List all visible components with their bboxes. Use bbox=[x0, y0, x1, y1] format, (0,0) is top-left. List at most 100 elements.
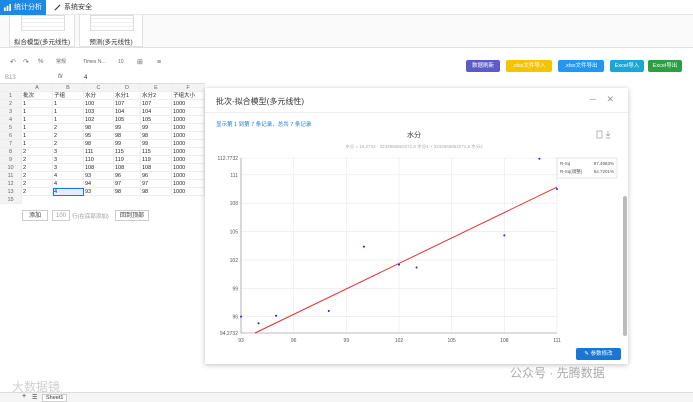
param-edit-button[interactable]: ✎ 参数修改 bbox=[576, 348, 621, 360]
header-cell[interactable]: 水分1 bbox=[114, 92, 141, 100]
table-cell[interactable]: 2 bbox=[22, 188, 53, 196]
table-cell[interactable]: 102 bbox=[84, 116, 114, 124]
table-cell[interactable]: 2 bbox=[53, 132, 84, 140]
download-icon[interactable] bbox=[596, 130, 611, 139]
table-cell[interactable]: 2 bbox=[22, 148, 53, 156]
table-cell[interactable]: 98 bbox=[141, 132, 172, 140]
sheet-tab-sheet1[interactable]: Sheet1 bbox=[42, 394, 68, 402]
table-cell[interactable]: 97 bbox=[141, 180, 172, 188]
table-cell[interactable]: 115 bbox=[114, 148, 141, 156]
table-cell[interactable]: 4 bbox=[53, 180, 84, 188]
format-dropdown[interactable]: 常规 bbox=[56, 58, 66, 67]
header-cell[interactable]: 子组 bbox=[53, 92, 84, 100]
table-cell[interactable]: 1000 bbox=[172, 188, 205, 196]
col-header-d[interactable]: D bbox=[114, 84, 141, 92]
table-cell[interactable]: 107 bbox=[141, 100, 172, 108]
table-cell[interactable]: 105 bbox=[141, 116, 172, 124]
table-cell[interactable]: 3 bbox=[53, 164, 84, 172]
col-header-f[interactable]: F bbox=[172, 84, 205, 92]
cell-ref-box[interactable]: B13 bbox=[5, 75, 16, 81]
redo-icon[interactable]: ↷ bbox=[23, 58, 29, 67]
table-cell[interactable]: 2 bbox=[22, 156, 53, 164]
size-dropdown[interactable]: 10 bbox=[118, 58, 124, 67]
col-header-e[interactable]: E bbox=[141, 84, 172, 92]
table-cell[interactable]: 93 bbox=[84, 172, 114, 180]
table-cell[interactable]: 3 bbox=[53, 148, 84, 156]
table-cell[interactable]: 1 bbox=[53, 100, 84, 108]
table-cell[interactable]: 1000 bbox=[172, 108, 205, 116]
table-cell[interactable]: 1000 bbox=[172, 172, 205, 180]
table-cell[interactable]: 1000 bbox=[172, 148, 205, 156]
col-header-b[interactable]: B bbox=[53, 84, 84, 92]
xlsx-import-button[interactable]: .xlsx文件导入 bbox=[506, 60, 552, 72]
table-cell[interactable]: 1 bbox=[53, 108, 84, 116]
table-cell[interactable]: 104 bbox=[114, 108, 141, 116]
percent-button[interactable]: % bbox=[38, 58, 43, 67]
table-cell[interactable]: 2 bbox=[53, 124, 84, 132]
undo-icon[interactable]: ↶ bbox=[10, 58, 16, 67]
add-sheet-button[interactable]: + bbox=[22, 393, 26, 400]
header-cell[interactable]: 水分2 bbox=[141, 92, 172, 100]
table-cell[interactable]: 108 bbox=[141, 164, 172, 172]
table-cell[interactable]: 108 bbox=[114, 164, 141, 172]
table-cell[interactable]: 97 bbox=[114, 180, 141, 188]
table-cell[interactable]: 110 bbox=[84, 156, 114, 164]
table-cell[interactable]: 99 bbox=[141, 140, 172, 148]
table-cell[interactable]: 96 bbox=[141, 172, 172, 180]
table-cell[interactable]: 98 bbox=[114, 132, 141, 140]
header-cell[interactable]: 水分 bbox=[84, 92, 114, 100]
table-cell[interactable]: 4 bbox=[53, 172, 84, 180]
align-icon[interactable]: ≡ bbox=[157, 58, 161, 67]
table-cell[interactable]: 105 bbox=[114, 116, 141, 124]
table-cell[interactable]: 1000 bbox=[172, 116, 205, 124]
minimize-icon[interactable]: ─ bbox=[590, 94, 596, 104]
table-cell[interactable]: 1000 bbox=[172, 132, 205, 140]
table-cell[interactable]: 107 bbox=[114, 100, 141, 108]
table-cell[interactable]: 119 bbox=[114, 156, 141, 164]
table-cell[interactable]: 119 bbox=[141, 156, 172, 164]
table-cell[interactable]: 1000 bbox=[172, 164, 205, 172]
col-header-a[interactable]: A bbox=[22, 84, 53, 92]
table-cell[interactable]: 95 bbox=[84, 132, 114, 140]
table-cell[interactable]: 94 bbox=[84, 180, 114, 188]
table-cell[interactable]: 1 bbox=[22, 140, 53, 148]
table-cell[interactable]: 2 bbox=[22, 172, 53, 180]
table-cell[interactable]: 104 bbox=[141, 108, 172, 116]
table-cell[interactable]: 99 bbox=[141, 124, 172, 132]
header-cell[interactable]: 批次 bbox=[22, 92, 53, 100]
table-cell[interactable]: 1000 bbox=[172, 180, 205, 188]
add-rows-button[interactable]: 添加 bbox=[22, 210, 48, 221]
table-cell[interactable]: 103 bbox=[84, 108, 114, 116]
table-cell[interactable]: 98 bbox=[141, 188, 172, 196]
predict-button[interactable]: 预测(多元线性) bbox=[79, 15, 143, 47]
table-cell[interactable]: 1000 bbox=[172, 124, 205, 132]
col-header-c[interactable]: C bbox=[84, 84, 114, 92]
refresh-data-button[interactable]: 数据刷新 bbox=[466, 60, 500, 72]
font-dropdown[interactable]: Times N... bbox=[83, 58, 106, 67]
table-cell[interactable]: 99 bbox=[114, 124, 141, 132]
table-cell[interactable]: 98 bbox=[84, 140, 114, 148]
table-cell[interactable]: 2 bbox=[22, 180, 53, 188]
table-cell[interactable]: 100 bbox=[84, 100, 114, 108]
table-cell[interactable]: 3 bbox=[53, 156, 84, 164]
table-cell[interactable]: 1 bbox=[22, 116, 53, 124]
table-cell[interactable]: 96 bbox=[114, 172, 141, 180]
table-cell[interactable]: 1 bbox=[22, 124, 53, 132]
table-cell[interactable]: 2 bbox=[22, 164, 53, 172]
table-cell[interactable]: 1000 bbox=[172, 156, 205, 164]
tab-system-security[interactable]: 系统安全 bbox=[50, 0, 96, 15]
table-cell[interactable]: 99 bbox=[114, 140, 141, 148]
table-cell[interactable]: 98 bbox=[114, 188, 141, 196]
table-cell[interactable]: 98 bbox=[84, 124, 114, 132]
table-cell[interactable]: 108 bbox=[84, 164, 114, 172]
table-cell[interactable]: 1 bbox=[22, 132, 53, 140]
table-cell[interactable]: 2 bbox=[53, 140, 84, 148]
table-cell[interactable]: 111 bbox=[84, 148, 114, 156]
xlsx-export-button[interactable]: .xlsx文件导出 bbox=[558, 60, 604, 72]
table-cell[interactable]: 1 bbox=[22, 100, 53, 108]
tab-stats-analysis[interactable]: 统计分析 bbox=[0, 0, 46, 15]
header-cell[interactable]: 子组大小 bbox=[172, 92, 205, 100]
sheet-list-icon[interactable]: ☰ bbox=[32, 394, 37, 401]
table-cell[interactable]: 1000 bbox=[172, 100, 205, 108]
fit-model-button[interactable]: 拟合模型(多元线性) bbox=[9, 15, 75, 47]
